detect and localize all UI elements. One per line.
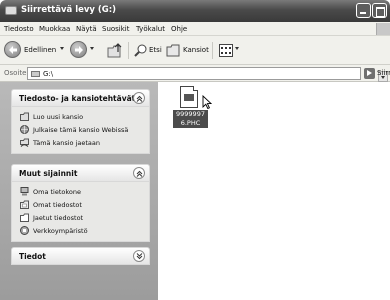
collapse-icon[interactable]	[133, 167, 145, 179]
task-pane: Tiedosto- ja kansiotehtävät Luo uusi kan…	[0, 82, 158, 300]
go-button-label[interactable]: Siirr	[377, 69, 390, 77]
menu-tools[interactable]: Työkalut	[136, 25, 165, 33]
shared-folder-icon	[20, 138, 29, 147]
place-shared-documents[interactable]: Jaetut tiedostot	[12, 211, 149, 224]
task-new-folder[interactable]: Luo uusi kansio	[12, 110, 149, 123]
menu-view[interactable]: Näytä	[76, 25, 97, 33]
place-network-label[interactable]: Verkkoympäristö	[33, 227, 88, 235]
other-places-header[interactable]: Muut sijainnit	[11, 164, 150, 182]
go-arrow-icon	[364, 68, 375, 79]
mouse-cursor-icon	[202, 95, 212, 109]
forward-button[interactable]	[70, 41, 87, 58]
search-button[interactable]: Etsi	[149, 46, 162, 54]
title-bar[interactable]: Siirrettävä levy (G:)	[0, 0, 390, 22]
minimize-button[interactable]	[356, 3, 371, 18]
other-places-body: Oma tietokone Omat tiedostot Jaetut tied…	[11, 182, 150, 242]
network-icon	[20, 226, 29, 235]
forward-arrow-icon	[75, 46, 83, 54]
file-tasks-title[interactable]: Tiedosto- ja kansiotehtävät	[19, 94, 135, 103]
file-icon[interactable]	[180, 86, 198, 108]
up-folder-icon[interactable]	[107, 43, 123, 58]
file-name[interactable]: 99999976.PHC	[173, 110, 208, 128]
address-value[interactable]: G:\	[43, 70, 53, 78]
computer-icon	[20, 187, 29, 196]
other-places-title[interactable]: Muut sijainnit	[19, 169, 77, 178]
folders-button[interactable]: Kansiot	[183, 46, 209, 54]
address-label: Osoite	[4, 69, 27, 77]
drive-icon	[5, 6, 17, 15]
new-folder-icon	[20, 112, 29, 121]
file-tasks-panel: Tiedosto- ja kansiotehtävät Luo uusi kan…	[11, 89, 150, 154]
toolbar: Edellinen Etsi Kansiot	[0, 36, 390, 65]
views-dropdown-icon[interactable]	[235, 47, 239, 50]
task-share-folder-label[interactable]: Tämä kansio jaetaan	[33, 139, 100, 147]
windows-logo-icon	[376, 23, 390, 35]
toolbar-separator	[128, 42, 129, 59]
place-my-computer-label[interactable]: Oma tietokone	[33, 188, 81, 196]
details-panel: Tiedot	[11, 247, 150, 265]
details-title[interactable]: Tiedot	[19, 252, 46, 261]
globe-icon	[20, 125, 29, 134]
place-network[interactable]: Verkkoympäristö	[12, 224, 149, 237]
folder-icon	[20, 213, 29, 222]
task-new-folder-label[interactable]: Luo uusi kansio	[33, 113, 83, 121]
details-header[interactable]: Tiedot	[11, 247, 150, 265]
file-tasks-body: Luo uusi kansio Julkaise tämä kansio Web…	[11, 107, 150, 154]
drive-icon	[31, 71, 40, 77]
back-dropdown-icon[interactable]	[60, 47, 64, 50]
address-bar: Osoite G:\ Siirr	[0, 65, 390, 82]
file-tasks-header[interactable]: Tiedosto- ja kansiotehtävät	[11, 89, 150, 107]
window-title: Siirrettävä levy (G:)	[21, 5, 117, 15]
go-button[interactable]: Siirr	[364, 67, 390, 80]
expand-icon[interactable]	[133, 250, 145, 262]
place-my-documents-label[interactable]: Omat tiedostot	[33, 201, 82, 209]
place-my-documents[interactable]: Omat tiedostot	[12, 198, 149, 211]
maximize-button[interactable]	[372, 3, 387, 18]
menu-help[interactable]: Ohje	[171, 25, 187, 33]
menu-favorites[interactable]: Suosikit	[102, 25, 130, 33]
back-button[interactable]	[4, 41, 21, 58]
file-item[interactable]: 99999976.PHC	[173, 86, 212, 132]
place-shared-documents-label[interactable]: Jaetut tiedostot	[33, 214, 83, 222]
back-arrow-icon	[9, 46, 17, 54]
views-icon[interactable]	[219, 44, 233, 57]
collapse-icon[interactable]	[133, 92, 145, 104]
documents-icon	[20, 200, 29, 209]
forward-dropdown-icon[interactable]	[90, 47, 94, 50]
file-list[interactable]: 99999976.PHC	[158, 82, 390, 300]
toolbar-separator	[212, 42, 213, 59]
other-places-panel: Muut sijainnit Oma tietokone Omat tiedos…	[11, 164, 150, 242]
address-field[interactable]: G:\	[27, 67, 388, 82]
task-publish-web-label[interactable]: Julkaise tämä kansio Webissä	[33, 126, 128, 134]
search-icon	[134, 44, 147, 57]
back-button-label[interactable]: Edellinen	[24, 46, 56, 54]
menu-edit[interactable]: Muokkaa	[39, 25, 70, 33]
folders-icon	[166, 44, 180, 57]
menu-file[interactable]: Tiedosto	[4, 25, 34, 33]
place-my-computer[interactable]: Oma tietokone	[12, 185, 149, 198]
task-share-folder[interactable]: Tämä kansio jaetaan	[12, 136, 149, 149]
menu-bar: Tiedosto Muokkaa Näytä Suosikit Työkalut…	[0, 22, 390, 36]
task-publish-web[interactable]: Julkaise tämä kansio Webissä	[12, 123, 149, 136]
